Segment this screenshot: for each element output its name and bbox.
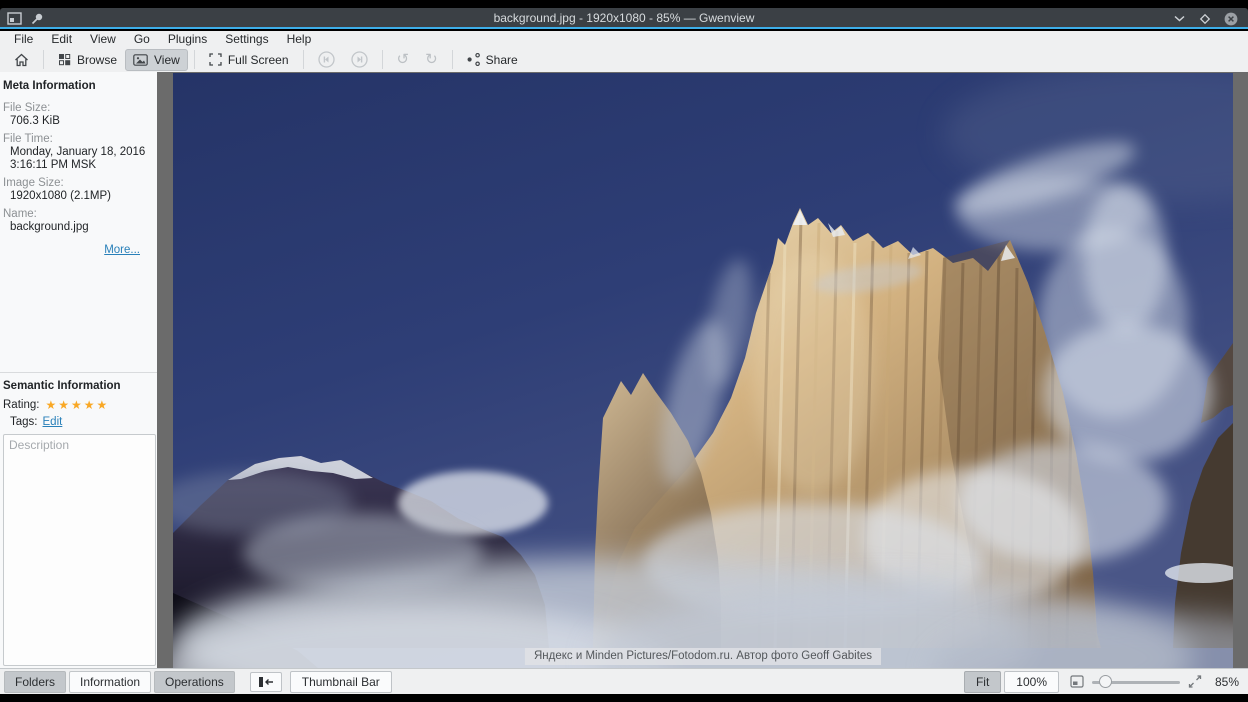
name-field: Name: background.jpg	[3, 208, 151, 234]
toolbar: Browse View Full Screen ↺	[0, 47, 1248, 72]
toolbar-separator	[194, 50, 195, 69]
titlebar[interactable]: background.jpg - 1920x1080 - 85% — Gwenv…	[0, 8, 1248, 29]
more-link[interactable]: More...	[3, 244, 140, 256]
image-caption: Яндекс и Minden Pictures/Fotodom.ru. Авт…	[525, 648, 881, 665]
information-sidebar: Meta Information File Size: 706.3 KiB Fi…	[0, 72, 157, 668]
menubar: File Edit View Go Plugins Settings Help	[0, 31, 1248, 47]
toolbar-separator	[43, 50, 44, 69]
hide-sidebar-icon	[258, 676, 274, 688]
toolbar-separator	[382, 50, 383, 69]
browse-label: Browse	[77, 53, 117, 67]
browse-grid-icon	[58, 53, 71, 66]
toolbar-separator	[303, 50, 304, 69]
zoom-fit-button[interactable]: Fit	[964, 671, 1001, 693]
rotate-left-icon: ↺	[397, 52, 410, 67]
maximize-button[interactable]	[1198, 12, 1212, 26]
tags-row: Tags: Edit	[10, 416, 157, 428]
description-input[interactable]	[3, 434, 156, 666]
view-image-icon	[133, 54, 148, 66]
minimize-button[interactable]	[1172, 12, 1186, 26]
zoom-out-icon[interactable]	[1070, 675, 1084, 688]
file-time-field: File Time: Monday, January 18, 2016 3:16…	[3, 133, 151, 172]
semantic-information-title: Semantic Information	[3, 380, 157, 392]
toggle-sidebar-button[interactable]	[250, 672, 282, 692]
share-icon	[467, 53, 480, 66]
browse-button[interactable]: Browse	[50, 49, 125, 71]
full-screen-icon	[209, 53, 222, 66]
gwenview-window: background.jpg - 1920x1080 - 85% — Gwenv…	[0, 0, 1248, 702]
toolbar-separator	[452, 50, 453, 69]
window-title: background.jpg - 1920x1080 - 85% — Gwenv…	[0, 8, 1248, 29]
share-label: Share	[486, 53, 518, 67]
tab-operations[interactable]: Operations	[154, 671, 235, 693]
rotate-right-button[interactable]: ↻	[417, 48, 446, 71]
zoom-slider-handle[interactable]	[1099, 675, 1112, 688]
image-size-field: Image Size: 1920x1080 (2.1MP)	[3, 177, 151, 203]
next-image-button[interactable]	[343, 47, 376, 72]
menu-help[interactable]: Help	[278, 31, 321, 47]
share-button[interactable]: Share	[459, 49, 526, 71]
file-size-field: File Size: 706.3 KiB	[3, 102, 151, 128]
previous-image-button[interactable]	[310, 47, 343, 72]
zoom-level-label: 85%	[1205, 675, 1239, 689]
tags-label: Tags:	[10, 416, 38, 428]
view-button[interactable]: View	[125, 49, 188, 71]
semantic-information-panel: Semantic Information Rating: ★★★★★ Tags:…	[0, 373, 157, 668]
menu-go[interactable]: Go	[125, 31, 159, 47]
full-screen-button[interactable]: Full Screen	[201, 49, 297, 71]
meta-information-title: Meta Information	[3, 80, 151, 92]
tab-information[interactable]: Information	[69, 671, 151, 693]
menu-edit[interactable]: Edit	[42, 31, 81, 47]
view-label: View	[154, 53, 180, 67]
rating-row: Rating: ★★★★★	[3, 398, 157, 412]
menu-view[interactable]: View	[81, 31, 125, 47]
rotate-right-icon: ↻	[425, 52, 438, 67]
next-icon	[351, 51, 368, 68]
thumbnail-bar-button[interactable]: Thumbnail Bar	[290, 671, 392, 693]
menu-settings[interactable]: Settings	[216, 31, 277, 47]
rotate-left-button[interactable]: ↺	[389, 48, 418, 71]
image-view[interactable]: Яндекс и Minden Pictures/Fotodom.ru. Авт…	[157, 72, 1248, 668]
full-screen-label: Full Screen	[228, 53, 289, 67]
tags-edit-link[interactable]: Edit	[43, 416, 63, 428]
menu-file[interactable]: File	[5, 31, 42, 47]
close-button[interactable]	[1224, 12, 1238, 26]
previous-icon	[318, 51, 335, 68]
tab-folders[interactable]: Folders	[4, 671, 66, 693]
meta-information-panel: Meta Information File Size: 706.3 KiB Fi…	[0, 72, 157, 372]
main-area: Meta Information File Size: 706.3 KiB Fi…	[0, 72, 1248, 668]
home-icon	[14, 53, 29, 67]
statusbar: Folders Information Operations Thumbnail…	[0, 668, 1248, 694]
menu-plugins[interactable]: Plugins	[159, 31, 216, 47]
home-button[interactable]	[6, 49, 37, 71]
zoom-100-button[interactable]: 100%	[1004, 671, 1059, 693]
rating-stars[interactable]: ★★★★★	[45, 398, 109, 412]
zoom-in-icon[interactable]	[1188, 675, 1202, 688]
photo-mountain[interactable]: Яндекс и Minden Pictures/Fotodom.ru. Авт…	[173, 73, 1233, 668]
rating-label: Rating:	[3, 399, 39, 411]
zoom-slider[interactable]	[1090, 674, 1182, 690]
